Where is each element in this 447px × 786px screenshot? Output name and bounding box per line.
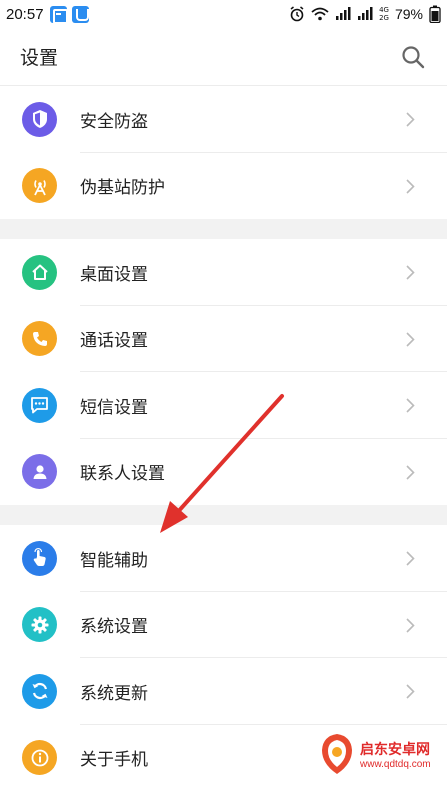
settings-item-label: 联系人设置 [80,464,165,485]
settings-list: 安全防盗 伪基站防护 桌面设置 通话设置 短信设置 联系人设置 智能辅助 系统设… [0,86,447,786]
battery-icon [429,5,441,23]
signal-icon [336,7,351,20]
settings-item-fake-base-station[interactable]: 伪基站防护 [0,152,447,219]
chevron-right-icon [406,398,415,413]
settings-item-label: 桌面设置 [80,264,148,285]
section-gap [0,219,447,239]
settings-item-label: 安全防盗 [80,111,148,132]
contact-icon [22,454,57,490]
scan-notification-icon [49,5,68,24]
chevron-right-icon [406,332,415,347]
chevron-right-icon [406,179,415,194]
settings-item-label: 系统更新 [80,683,148,704]
watermark-url: www.qdtdq.com [360,758,431,770]
phone-icon [22,321,57,357]
watermark: 启东安卓网 www.qdtdq.com [318,726,447,782]
page-header: 设置 [0,28,447,86]
alarm-icon [290,6,304,22]
info-icon [22,740,57,776]
status-bar: 20:57 4G 2G 79% [0,0,447,28]
network-bottom: 2G [379,14,389,22]
settings-item-label: 伪基站防护 [80,178,165,199]
battery-percent: 79% [394,6,423,22]
network-top: 4G [379,6,389,14]
app-notification-icon [71,5,89,23]
watermark-logo [318,732,356,776]
settings-item-desktop[interactable]: 桌面设置 [0,239,447,306]
section-gap [0,505,447,525]
hand-pointer-icon [22,540,57,576]
settings-item-security[interactable]: 安全防盗 [0,86,447,153]
settings-item-system-settings[interactable]: 系统设置 [0,591,447,658]
shield-icon [22,101,57,137]
chevron-right-icon [406,684,415,699]
watermark-name: 启东安卓网 [360,741,430,758]
page-title: 设置 [20,47,59,69]
gear-icon [22,607,57,643]
settings-item-label: 关于手机 [80,750,148,771]
chevron-right-icon [406,112,415,127]
chevron-right-icon [406,618,415,633]
message-icon [22,387,57,423]
settings-item-label: 通话设置 [80,331,148,352]
antenna-icon [22,168,57,204]
signal-icon-2 [358,7,373,20]
settings-item-contacts[interactable]: 联系人设置 [0,438,447,505]
network-type-label: 4G 2G [379,6,389,22]
search-icon [402,45,425,68]
settings-item-system-update[interactable]: 系统更新 [0,658,447,725]
refresh-icon [22,673,57,709]
home-icon [22,254,57,290]
search-button[interactable] [399,43,427,71]
settings-item-sms[interactable]: 短信设置 [0,372,447,439]
chevron-right-icon [406,551,415,566]
wifi-icon [311,7,329,21]
settings-item-label: 短信设置 [80,397,148,418]
status-time: 20:57 [6,5,44,23]
settings-item-label: 系统设置 [80,617,148,638]
settings-item-call[interactable]: 通话设置 [0,305,447,372]
chevron-right-icon [406,265,415,280]
chevron-right-icon [406,465,415,480]
settings-item-label: 智能辅助 [80,550,148,571]
settings-item-smart-assist[interactable]: 智能辅助 [0,525,447,592]
